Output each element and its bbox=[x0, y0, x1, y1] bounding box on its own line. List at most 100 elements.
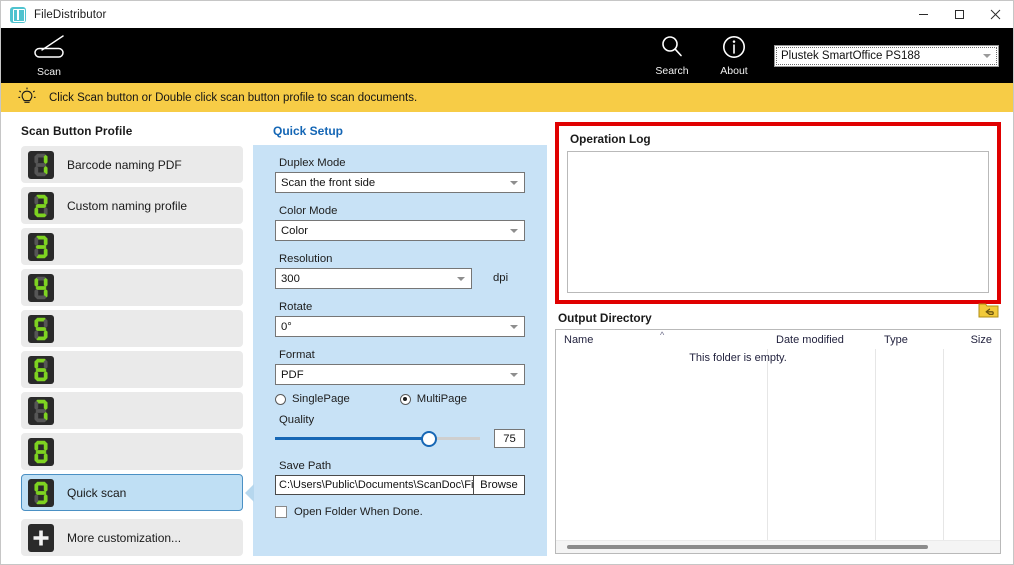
seven-segment-digit-icon bbox=[28, 191, 54, 220]
scan-button-label: Scan bbox=[37, 66, 61, 78]
device-select-value: Plustek SmartOffice PS188 bbox=[781, 49, 921, 62]
save-path-label: Save Path bbox=[279, 460, 332, 472]
output-directory-grid: This folder is empty. bbox=[556, 349, 1000, 540]
radio-multipage-label: MultiPage bbox=[416, 393, 468, 405]
profile-row-2[interactable]: Custom naming profile bbox=[21, 187, 243, 224]
rotate-select[interactable]: 0° bbox=[275, 316, 525, 337]
maximize-icon[interactable] bbox=[941, 1, 977, 28]
app-window: FileDistributor Scan Search About Pluste… bbox=[0, 0, 1014, 565]
seven-segment-digit-icon bbox=[28, 355, 54, 384]
color-mode-label: Color Mode bbox=[279, 205, 338, 217]
quality-value[interactable]: 75 bbox=[494, 429, 525, 448]
lightbulb-icon bbox=[15, 86, 39, 110]
output-directory-list[interactable]: Name ^ Date modified Type Size This fold… bbox=[555, 329, 1001, 554]
quick-setup-panel: Quick Setup Duplex Mode Scan the front s… bbox=[253, 112, 547, 564]
radio-singlepage[interactable]: SinglePage bbox=[275, 393, 350, 405]
profile-row-6[interactable] bbox=[21, 351, 243, 388]
profile-row-8[interactable] bbox=[21, 433, 243, 470]
search-button-label: Search bbox=[655, 65, 689, 77]
format-value: PDF bbox=[281, 368, 304, 381]
seven-segment-digit-icon bbox=[28, 396, 54, 425]
profile-row-9[interactable]: Quick scan bbox=[21, 474, 243, 511]
folder-back-icon[interactable] bbox=[978, 301, 999, 318]
color-mode-select[interactable]: Color bbox=[275, 220, 525, 241]
column-header-date-modified-label: Date modified bbox=[776, 333, 844, 346]
output-directory-header: Output Directory bbox=[555, 303, 1001, 325]
selection-arrow-icon bbox=[245, 484, 254, 502]
main-body: Scan Button Profile Barcode naming PDF Cu… bbox=[1, 112, 1013, 564]
seven-segment-digit-icon bbox=[28, 150, 54, 179]
chevron-down-icon bbox=[510, 372, 518, 377]
rotate-label: Rotate bbox=[279, 301, 313, 313]
duplex-mode-select[interactable]: Scan the front side bbox=[275, 172, 525, 193]
grid-column bbox=[768, 349, 876, 540]
window-title: FileDistributor bbox=[34, 8, 107, 21]
checkbox-box bbox=[275, 506, 287, 518]
app-book-icon bbox=[10, 6, 26, 23]
about-button-label: About bbox=[720, 65, 748, 77]
scan-profile-list: Barcode naming PDF Custom naming profile Q… bbox=[21, 146, 243, 556]
main-toolbar: Scan Search About Plustek SmartOffice PS… bbox=[1, 28, 1013, 83]
seven-segment-digit-icon bbox=[28, 478, 54, 507]
duplex-mode-label: Duplex Mode bbox=[279, 157, 346, 169]
about-button[interactable]: About bbox=[712, 34, 756, 77]
resolution-select[interactable]: 300 bbox=[275, 268, 472, 289]
save-path-input[interactable]: C:\Users\Public\Documents\ScanDoc\FileDi… bbox=[275, 475, 473, 495]
open-folder-label: Open Folder When Done. bbox=[294, 506, 423, 518]
profile-row-3[interactable] bbox=[21, 228, 243, 265]
profile-row-label: Quick scan bbox=[67, 485, 127, 500]
close-icon[interactable] bbox=[977, 1, 1013, 28]
resolution-value: 300 bbox=[281, 272, 300, 285]
title-bar: FileDistributor bbox=[1, 1, 1013, 28]
radio-multipage[interactable]: MultiPage bbox=[399, 393, 468, 405]
info-icon bbox=[721, 34, 747, 65]
radio-dot bbox=[399, 393, 411, 405]
more-customization-label: More customization... bbox=[67, 530, 182, 545]
save-path-value: C:\Users\Public\Documents\ScanDoc\FileDi… bbox=[279, 479, 473, 491]
format-select[interactable]: PDF bbox=[275, 364, 525, 385]
column-header-type[interactable]: Type bbox=[876, 330, 944, 349]
grid-column bbox=[944, 349, 1000, 540]
browse-button[interactable]: Browse bbox=[473, 475, 525, 495]
column-header-name[interactable]: Name ^ bbox=[556, 330, 768, 349]
column-header-size[interactable]: Size bbox=[944, 330, 1000, 349]
profile-row-label: Barcode naming PDF bbox=[67, 157, 182, 172]
resolution-unit: dpi bbox=[493, 272, 509, 284]
profile-row-4[interactable] bbox=[21, 269, 243, 306]
duplex-mode-value: Scan the front side bbox=[281, 176, 376, 189]
output-directory-title: Output Directory bbox=[558, 311, 652, 325]
hint-bar: Click Scan button or Double click scan b… bbox=[1, 83, 1013, 112]
profile-row-1[interactable]: Barcode naming PDF bbox=[21, 146, 243, 183]
quality-slider-fill bbox=[275, 437, 429, 440]
seven-segment-digit-icon bbox=[28, 232, 54, 261]
quality-slider-thumb[interactable] bbox=[420, 430, 437, 447]
search-button[interactable]: Search bbox=[650, 34, 694, 77]
minimize-icon[interactable] bbox=[905, 1, 941, 28]
device-select[interactable]: Plustek SmartOffice PS188 bbox=[774, 44, 999, 67]
horizontal-scrollbar[interactable] bbox=[556, 540, 1000, 553]
operation-log-box[interactable] bbox=[567, 151, 989, 293]
resolution-label: Resolution bbox=[279, 253, 333, 265]
chevron-down-icon bbox=[983, 53, 991, 58]
scanner-icon bbox=[29, 33, 69, 66]
output-directory-columns: Name ^ Date modified Type Size bbox=[556, 330, 1000, 349]
seven-segment-digit-icon bbox=[28, 314, 54, 343]
chevron-down-icon bbox=[457, 276, 465, 281]
quality-slider[interactable] bbox=[275, 430, 480, 447]
format-label: Format bbox=[279, 349, 315, 361]
radio-dot bbox=[275, 393, 286, 405]
chevron-down-icon bbox=[510, 324, 518, 329]
quick-setup-title: Quick Setup bbox=[273, 124, 344, 138]
window-controls bbox=[905, 1, 1013, 28]
more-customization-row[interactable]: More customization... bbox=[21, 519, 243, 556]
profile-row-7[interactable] bbox=[21, 392, 243, 429]
scrollbar-thumb[interactable] bbox=[566, 545, 928, 549]
grid-column bbox=[556, 349, 768, 540]
scan-button[interactable]: Scan bbox=[27, 33, 71, 78]
column-header-date-modified[interactable]: Date modified bbox=[768, 330, 876, 349]
profile-row-5[interactable] bbox=[21, 310, 243, 347]
open-folder-checkbox[interactable]: Open Folder When Done. bbox=[275, 506, 525, 518]
profile-row-label: Custom naming profile bbox=[67, 198, 188, 213]
hint-text: Click Scan button or Double click scan b… bbox=[49, 91, 418, 104]
empty-folder-message: This folder is empty. bbox=[689, 352, 787, 364]
